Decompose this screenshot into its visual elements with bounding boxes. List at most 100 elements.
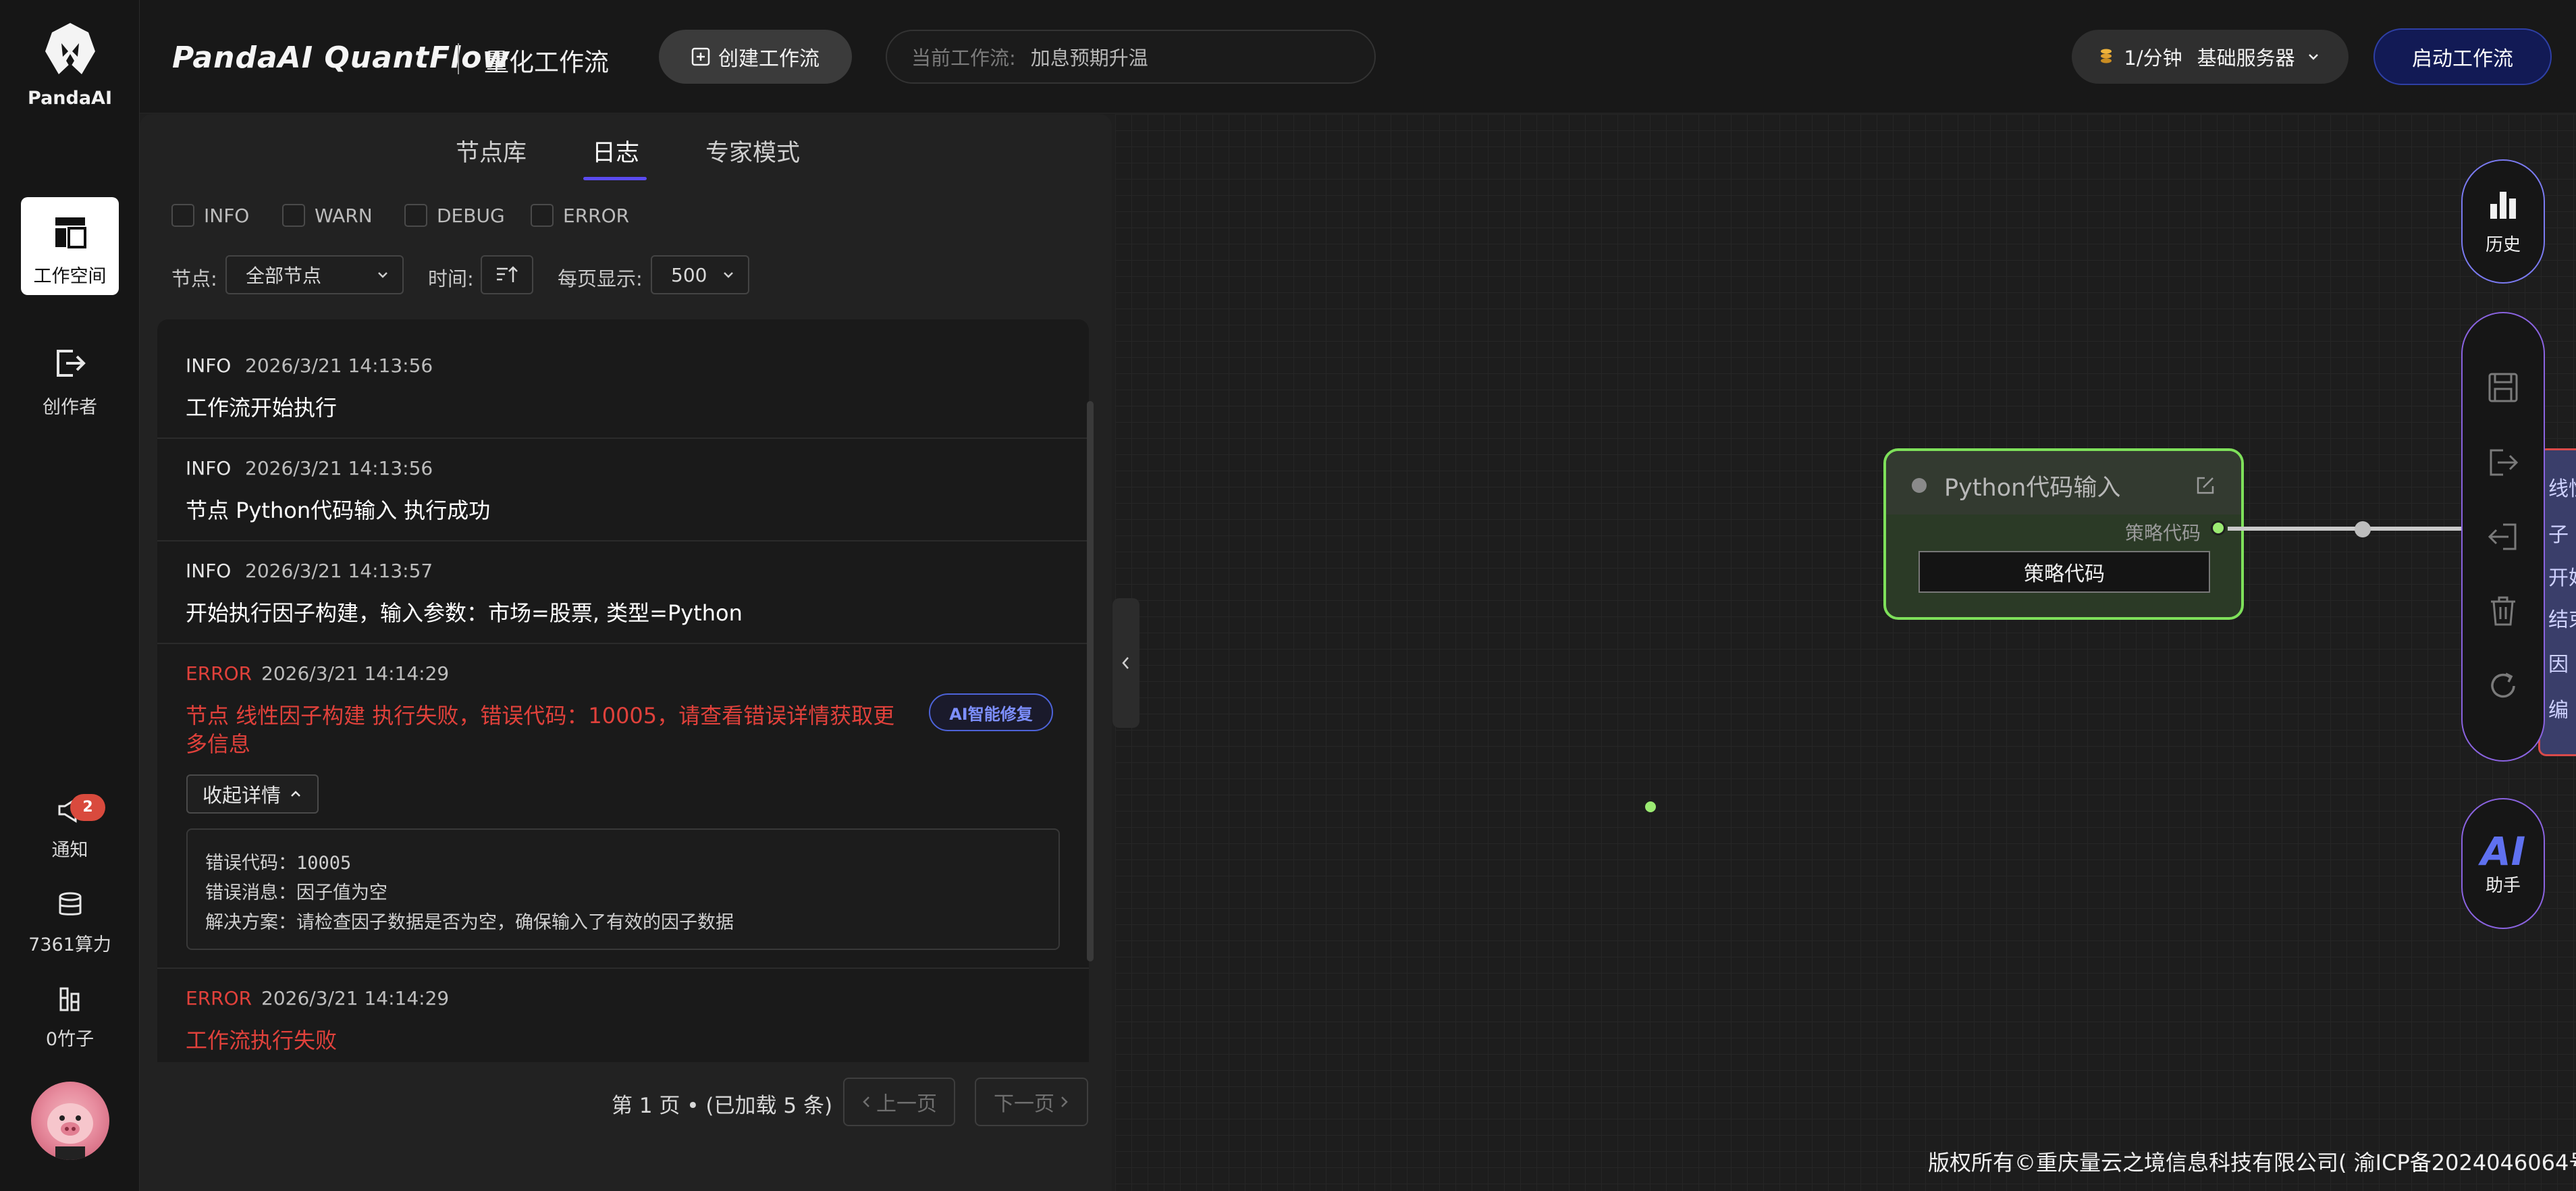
active-tab-indicator	[583, 177, 647, 180]
log-list: INFO 2026/3/21 14:13:56 工作流开始执行 INFO 202…	[157, 319, 1089, 1062]
chevron-down-icon	[2308, 54, 2318, 60]
brand-logo[interactable]: PandaAI	[0, 20, 140, 109]
sidebar-item-label: 7361算力	[28, 934, 111, 955]
chevron-up-icon	[291, 791, 300, 797]
history-button[interactable]: 历史	[2461, 159, 2545, 284]
tab-expert-mode[interactable]: 专家模式	[705, 134, 800, 168]
node-filter-label: 节点:	[171, 267, 217, 290]
filter-error-checkbox[interactable]: ERROR	[531, 204, 629, 227]
refresh-icon[interactable]	[2486, 668, 2521, 704]
workflow-canvas[interactable]	[1115, 114, 2576, 1191]
export-icon[interactable]	[2486, 445, 2521, 480]
server-label: 基础服务器	[2197, 47, 2295, 70]
coin-stack-icon	[2101, 49, 2112, 63]
edit-icon[interactable]	[2195, 475, 2216, 496]
log-timestamp: 2026/3/21 14:14:29	[261, 662, 450, 685]
sidebar-item-label: 通知	[51, 840, 88, 861]
time-filter-label: 时间:	[428, 267, 474, 290]
delete-icon[interactable]	[2486, 593, 2521, 629]
filter-error-label: ERROR	[563, 204, 630, 227]
title-divider	[458, 43, 459, 74]
panda-logo-icon	[45, 23, 95, 74]
log-message: 工作流开始执行	[186, 395, 338, 421]
node-output-port[interactable]	[2211, 521, 2226, 535]
filter-debug-label: DEBUG	[437, 204, 505, 227]
create-workflow-label: 创建工作流	[718, 47, 820, 71]
prev-page-button[interactable]: 上一页	[843, 1078, 955, 1126]
sidebar-item-label: 创作者	[43, 397, 97, 418]
bar-chart-icon	[2490, 191, 2516, 219]
start-workflow-button[interactable]: 启动工作流	[2373, 28, 2552, 85]
peek-node-title: 线性	[2548, 477, 2576, 501]
filter-warn-checkbox[interactable]: WARN	[282, 204, 373, 227]
per-page-label: 每页显示:	[558, 267, 643, 290]
layout-icon	[55, 217, 86, 248]
avatar[interactable]	[31, 1082, 109, 1160]
error-code-line: 错误代码：10005	[205, 853, 352, 874]
chevron-left-icon	[863, 1096, 869, 1107]
sort-ascending-icon	[497, 266, 518, 282]
log-timestamp: 2026/3/21 14:13:57	[245, 560, 433, 582]
ai-logo: AI	[2480, 828, 2526, 874]
tab-node-library[interactable]: 节点库	[456, 134, 527, 168]
collapse-details-button[interactable]: 收起详情	[186, 774, 319, 814]
log-level: INFO	[186, 457, 232, 479]
database-icon	[59, 892, 81, 916]
error-message-line: 错误消息：因子值为空	[205, 882, 387, 903]
sidebar-item-compute[interactable]: 7361算力	[0, 891, 140, 956]
connection-edge[interactable]	[2228, 527, 2471, 531]
sidebar-item-label: 工作空间	[33, 266, 107, 287]
python-code-input-node[interactable]: Python代码输入 策略代码 策略代码	[1883, 448, 2244, 620]
log-level: INFO	[186, 354, 232, 377]
collapse-details-label: 收起详情	[202, 784, 281, 807]
create-workflow-button[interactable]: 创建工作流	[659, 30, 852, 84]
server-select[interactable]: 1/分钟 基础服务器	[2072, 30, 2349, 84]
ai-fix-button[interactable]: AI智能修复	[929, 693, 1053, 731]
node-filter-select[interactable]: 全部节点	[225, 255, 404, 294]
exit-box-icon	[56, 350, 86, 377]
canvas-connection-point[interactable]	[1643, 799, 1658, 814]
log-entry: INFO 2026/3/21 14:13:57 开始执行因子构建，输入参数：市场…	[157, 541, 1089, 644]
log-scrollbar[interactable]	[1087, 401, 1094, 961]
per-page-value: 500	[671, 263, 707, 286]
per-page-select[interactable]: 500	[651, 255, 749, 294]
current-workflow-value: 加息预期升温	[1030, 47, 1148, 70]
sidebar-item-creator[interactable]: 创作者	[0, 346, 140, 419]
peek-node-line: 编	[2548, 699, 2569, 722]
brand-name: PandaAI	[28, 88, 112, 109]
node-filter-value: 全部节点	[246, 265, 322, 287]
current-workflow-field[interactable]: 当前工作流: 加息预期升温	[886, 30, 1376, 84]
import-icon[interactable]	[2486, 519, 2521, 554]
bamboo-icon	[59, 987, 79, 1011]
sidebar-item-workspace[interactable]: 工作空间	[0, 215, 140, 288]
notification-badge: 2	[70, 794, 105, 821]
filter-info-checkbox[interactable]: INFO	[171, 204, 249, 227]
next-page-button[interactable]: 下一页	[975, 1078, 1088, 1126]
sidebar-item-bamboo[interactable]: 0竹子	[0, 986, 140, 1051]
log-message: 节点 Python代码输入 执行成功	[186, 498, 491, 523]
collapse-panel-handle[interactable]	[1112, 598, 1139, 728]
peek-node-line: 结束	[2548, 608, 2576, 632]
log-entry-error: ERROR 2026/3/21 14:14:29 工作流执行失败	[157, 969, 1089, 1062]
prev-page-label: 上一页	[876, 1092, 937, 1116]
edge-midpoint-handle[interactable]	[2355, 521, 2371, 537]
node-title: Python代码输入	[1944, 475, 2121, 502]
log-message: 工作流执行失败	[186, 1028, 338, 1053]
tab-logs[interactable]: 日志	[592, 134, 639, 168]
node-status-dot	[1912, 478, 1927, 493]
ai-assistant-button[interactable]: AI 助手	[2461, 798, 2545, 929]
time-sort-button[interactable]	[481, 255, 533, 294]
ai-assistant-label: 助手	[2485, 875, 2521, 896]
node-output-port-label: 策略代码	[2124, 522, 2201, 544]
save-icon[interactable]	[2486, 370, 2521, 405]
history-label: 历史	[2485, 234, 2521, 255]
filter-debug-checkbox[interactable]: DEBUG	[404, 204, 505, 227]
next-page-label: 下一页	[994, 1092, 1054, 1116]
log-message: 开始执行因子构建，输入参数：市场=股票, 类型=Python	[186, 600, 743, 626]
copyright-notice: 版权所有©重庆量云之境信息科技有限公司( 渝ICP备2024046064号 )	[1928, 1150, 2576, 1175]
log-message: 节点 线性因子构建 执行失败，错误代码：10005，请查看错误详情获取更	[186, 703, 895, 729]
sidebar-item-notifications[interactable]: 2 通知	[0, 794, 140, 862]
strategy-code-button[interactable]: 策略代码	[1918, 551, 2210, 593]
filter-info-label: INFO	[204, 204, 250, 227]
peek-node-line: 子	[2548, 523, 2569, 547]
